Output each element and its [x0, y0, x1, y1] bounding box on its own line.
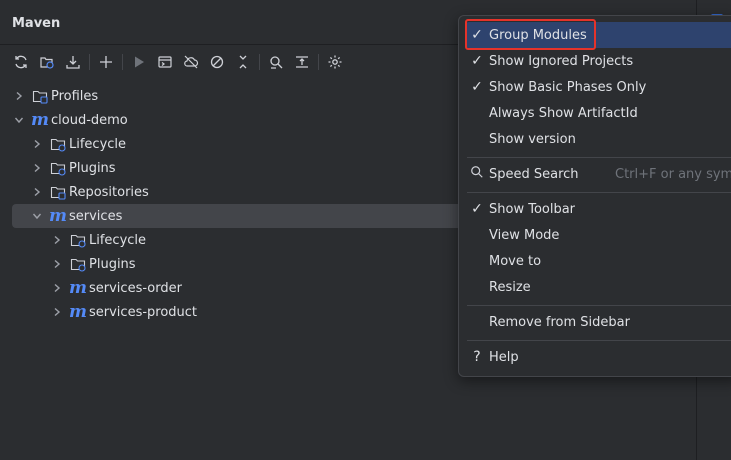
- check-icon: ✓: [471, 201, 483, 217]
- tree-item-services-plugins[interactable]: Plugins: [50, 252, 136, 276]
- download-icon[interactable]: [60, 50, 86, 74]
- chevron-down-icon[interactable]: [30, 209, 44, 223]
- chevron-right-icon[interactable]: [50, 233, 64, 247]
- menu-item-label: Resize: [489, 279, 531, 295]
- menu-item-label: Show version: [489, 131, 576, 147]
- help-icon: ?: [473, 349, 481, 365]
- chevron-right-icon[interactable]: [12, 89, 26, 103]
- menu-separator: [467, 157, 731, 158]
- repositories-folder-icon: [50, 184, 66, 200]
- tree-item-label: services-order: [89, 280, 182, 296]
- import-icon[interactable]: [34, 50, 60, 74]
- menu-item-move-to[interactable]: Move to ›: [465, 248, 731, 274]
- tree-item-cloud-demo[interactable]: m cloud-demo: [12, 108, 128, 132]
- tree-item-label: services: [69, 208, 123, 224]
- tree-item-repositories[interactable]: Repositories: [30, 180, 149, 204]
- lifecycle-folder-icon: [70, 232, 86, 248]
- tree-item-plugins[interactable]: Plugins: [30, 156, 116, 180]
- show-dependencies-icon[interactable]: [263, 50, 289, 74]
- menu-item-shortcut: Ctrl+F or any symbo: [615, 166, 731, 182]
- offline-icon[interactable]: [178, 50, 204, 74]
- tree-item-services-lifecycle[interactable]: Lifecycle: [50, 228, 146, 252]
- maven-module-icon: m: [31, 110, 49, 130]
- menu-separator: [467, 305, 731, 306]
- run-icon[interactable]: [126, 50, 152, 74]
- tree-item-label: services-product: [89, 304, 198, 320]
- add-icon[interactable]: [93, 50, 119, 74]
- menu-item-resize[interactable]: Resize ›: [465, 274, 731, 300]
- menu-item-label: Show Basic Phases Only: [489, 79, 647, 95]
- menu-item-show-basic-phases[interactable]: ✓ Show Basic Phases Only: [465, 74, 731, 100]
- menu-item-show-ignored-projects[interactable]: ✓ Show Ignored Projects: [465, 48, 731, 74]
- menu-item-speed-search[interactable]: Speed Search Ctrl+F or any symbo: [465, 161, 731, 187]
- chevron-down-icon[interactable]: [12, 113, 26, 127]
- tree-item-profiles[interactable]: Profiles: [12, 84, 98, 108]
- menu-item-label: Remove from Sidebar: [489, 314, 630, 330]
- tree-item-label: Lifecycle: [69, 136, 127, 152]
- maven-module-icon: m: [69, 278, 87, 298]
- menu-item-always-show-artifactid[interactable]: Always Show ArtifactId: [465, 100, 731, 126]
- tree-item-services[interactable]: m services: [12, 204, 482, 228]
- menu-item-label: Help: [489, 349, 519, 365]
- menu-item-label: Show Ignored Projects: [489, 53, 634, 69]
- menu-item-remove-from-sidebar[interactable]: Remove from Sidebar: [465, 309, 731, 335]
- chevron-right-icon[interactable]: [30, 137, 44, 151]
- menu-item-show-version[interactable]: Show version: [465, 126, 731, 152]
- toolbar-separator: [89, 54, 90, 70]
- menu-item-label: Speed Search: [489, 166, 579, 182]
- settings-icon[interactable]: [322, 50, 348, 74]
- annotation-highlight-box: [465, 19, 596, 50]
- menu-item-show-toolbar[interactable]: ✓ Show Toolbar: [465, 196, 731, 222]
- tree-item-label: Plugins: [69, 160, 116, 176]
- folder-icon: [32, 88, 48, 104]
- chevron-right-icon[interactable]: [50, 305, 64, 319]
- plugins-folder-icon: [50, 160, 66, 176]
- menu-separator: [467, 340, 731, 341]
- plugins-folder-icon: [70, 256, 86, 272]
- collapse-icon[interactable]: [230, 50, 256, 74]
- maven-options-menu: ✓ Group Modules ✓ Show Ignored Projects …: [458, 15, 731, 377]
- check-icon: ✓: [471, 79, 483, 95]
- chevron-right-icon[interactable]: [30, 185, 44, 199]
- tree-item-label: Profiles: [51, 88, 99, 104]
- maven-toolbar: [8, 50, 348, 74]
- maven-module-icon: m: [69, 302, 87, 322]
- tree-item-label: Plugins: [89, 256, 136, 272]
- panel-title: Maven: [12, 16, 61, 31]
- chevron-right-icon[interactable]: [30, 161, 44, 175]
- maven-module-icon: m: [49, 206, 67, 226]
- tree-item-label: cloud-demo: [51, 112, 128, 128]
- menu-item-help[interactable]: ? Help: [465, 344, 731, 370]
- menu-item-label: Always Show ArtifactId: [489, 105, 638, 121]
- skip-tests-icon[interactable]: [204, 50, 230, 74]
- chevron-right-icon[interactable]: [50, 257, 64, 271]
- tree-item-services-product[interactable]: m services-product: [50, 300, 197, 324]
- tree-item-lifecycle[interactable]: Lifecycle: [30, 132, 126, 156]
- search-icon: [465, 165, 489, 183]
- menu-item-label: Show Toolbar: [489, 201, 576, 217]
- execute-goal-icon[interactable]: [152, 50, 178, 74]
- menu-separator: [467, 192, 731, 193]
- tree-item-services-order[interactable]: m services-order: [50, 276, 182, 300]
- lifecycle-folder-icon: [50, 136, 66, 152]
- toolbar-separator: [259, 54, 260, 70]
- reload-icon[interactable]: [8, 50, 34, 74]
- menu-item-view-mode[interactable]: View Mode ›: [465, 222, 731, 248]
- menu-item-label: Move to: [489, 253, 542, 269]
- check-icon: ✓: [471, 53, 483, 69]
- chevron-right-icon[interactable]: [50, 281, 64, 295]
- tree-item-label: Lifecycle: [89, 232, 147, 248]
- menu-item-label: View Mode: [489, 227, 560, 243]
- expand-collapse-icon[interactable]: [289, 50, 315, 74]
- toolbar-separator: [318, 54, 319, 70]
- tree-item-label: Repositories: [69, 184, 149, 200]
- toolbar-separator: [122, 54, 123, 70]
